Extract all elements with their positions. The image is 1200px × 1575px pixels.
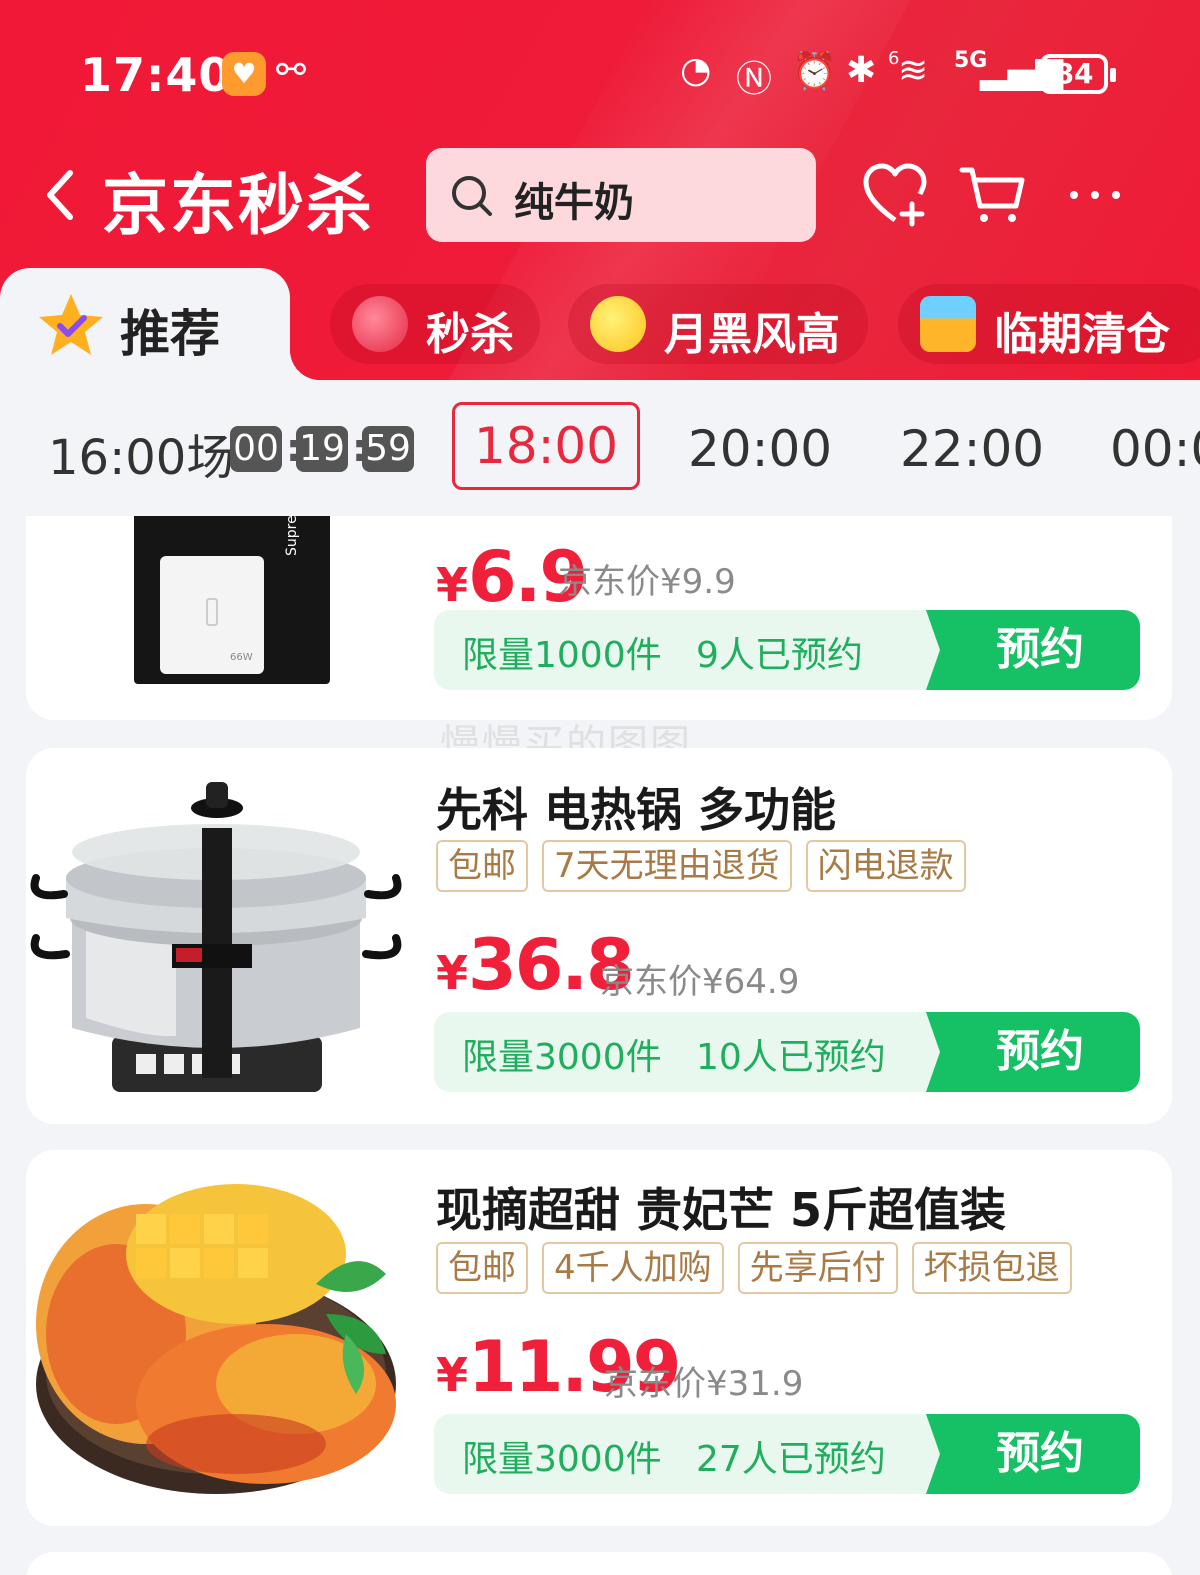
reserve-button-label: 预约 bbox=[996, 624, 1084, 675]
basket-icon bbox=[920, 296, 976, 352]
chevron-left-icon bbox=[47, 170, 73, 220]
reserve-button-label: 预约 bbox=[996, 1428, 1084, 1479]
tag: 4千人加购 bbox=[542, 1242, 724, 1294]
product-card[interactable]: 先科 电热锅 多功能 包邮 7天无理由退货 闪电退款 ¥36.8 京东价¥64.… bbox=[26, 748, 1172, 1124]
time-slot[interactable]: 20:00 bbox=[688, 420, 832, 478]
current-session-label[interactable]: 16:00场 bbox=[48, 418, 234, 488]
product-card[interactable] bbox=[26, 1552, 1172, 1575]
time-slot[interactable]: 00:0 bbox=[1110, 420, 1200, 478]
status-time: 17:40 bbox=[80, 48, 232, 102]
header: 17:40 ♥ ⚯ ◔ Ⓝ ⏰ ✱ 6 ≋ 5G ▂▄▆ 84 京东秒杀 纯牛奶 bbox=[0, 0, 1200, 380]
reserved-count: 9人已预约 bbox=[695, 635, 863, 676]
reserve-button-label: 预约 bbox=[996, 1026, 1084, 1077]
jd-price: 京东价¥64.9 bbox=[600, 962, 800, 1002]
tab-clearance-label: 临期清仓 bbox=[994, 309, 1170, 360]
time-slot-active[interactable]: 18:00 bbox=[452, 402, 640, 490]
reserve-bar: 限量3000件 10人已预约 预约 bbox=[434, 1012, 1140, 1092]
product-tags: 包邮 7天无理由退货 闪电退款 bbox=[436, 840, 966, 892]
alarm-clock-icon bbox=[352, 296, 408, 352]
tab-recommend[interactable]: 推荐 bbox=[0, 268, 320, 380]
reserve-info: 限量3000件 27人已预约 bbox=[462, 1430, 886, 1482]
tag: 闪电退款 bbox=[805, 840, 966, 892]
countdown-hours: 00 bbox=[230, 426, 282, 472]
product-name: 现摘超甜 贵妃芒 5斤超值装 bbox=[436, 1183, 1007, 1237]
product-image-charger: 66W Supre Ch bbox=[134, 516, 330, 684]
product-card[interactable]: 现摘超甜 贵妃芒 5斤超值装 包邮 4千人加购 先享后付 坏损包退 ¥11.99… bbox=[26, 1150, 1172, 1526]
link-icon: ⚯ bbox=[276, 50, 307, 91]
price-currency: ¥ bbox=[436, 558, 469, 612]
speedometer-icon: ◔ bbox=[680, 50, 712, 91]
limit-text: 限量3000件 bbox=[462, 1439, 662, 1480]
tab-night[interactable]: 月黑风高 bbox=[568, 284, 868, 364]
tab-clearance[interactable]: 临期清仓 bbox=[898, 284, 1200, 364]
charger-box-text: Supre Ch bbox=[284, 516, 300, 556]
tag: 7天无理由退货 bbox=[542, 840, 792, 892]
reserve-info: 限量3000件 10人已预约 bbox=[462, 1028, 886, 1080]
product-name: 先科 电热锅 多功能 bbox=[436, 783, 837, 837]
reserved-count: 27人已预约 bbox=[695, 1439, 886, 1480]
heart-app-icon: ♥ bbox=[222, 52, 266, 96]
nfc-icon: Ⓝ bbox=[736, 59, 773, 100]
reserve-button[interactable]: 预约 bbox=[926, 1012, 1140, 1092]
favorite-add-button[interactable] bbox=[860, 160, 930, 230]
reserve-info: 限量1000件 9人已预约 bbox=[462, 626, 863, 678]
reserved-count: 10人已预约 bbox=[695, 1037, 886, 1078]
price-currency: ¥ bbox=[436, 1348, 469, 1402]
countdown-seconds: 59 bbox=[362, 426, 414, 472]
countdown-minutes: 19 bbox=[296, 426, 348, 472]
title-text-b: 杀 bbox=[306, 167, 374, 244]
reserve-button[interactable]: 预约 bbox=[926, 610, 1140, 690]
tab-night-label: 月黑风高 bbox=[664, 309, 840, 360]
more-button[interactable] bbox=[1060, 160, 1130, 230]
star-check-icon bbox=[39, 294, 103, 355]
charger-cube: 66W bbox=[160, 556, 264, 674]
product-image-electric-pot bbox=[30, 782, 402, 1092]
alarm-icon: ⏰ bbox=[792, 51, 837, 92]
wifi-icon: ≋ bbox=[898, 50, 929, 91]
time-slot[interactable]: 22:00 bbox=[900, 420, 1044, 478]
product-tags: 包邮 4千人加购 先享后付 坏损包退 bbox=[436, 1242, 1072, 1294]
tag: 包邮 bbox=[436, 1242, 528, 1294]
tab-flash-sale[interactable]: 秒杀 bbox=[330, 284, 540, 364]
time-slot-active-label: 18:00 bbox=[473, 417, 619, 475]
status-bar: 17:40 ♥ ⚯ ◔ Ⓝ ⏰ ✱ 6 ≋ 5G ▂▄▆ 84 bbox=[0, 40, 1200, 110]
reserve-button[interactable]: 预约 bbox=[926, 1414, 1140, 1494]
reserve-bar: 限量1000件 9人已预约 预约 bbox=[434, 610, 1140, 690]
time-slot-row: 16:00场 00 : 19 : 59 18:00 20:00 22:00 00… bbox=[0, 390, 1200, 508]
tag: 包邮 bbox=[436, 840, 528, 892]
title-text-a: 京东秒 bbox=[102, 167, 306, 244]
tab-recommend-label: 推荐 bbox=[120, 305, 220, 363]
limit-text: 限量1000件 bbox=[462, 635, 662, 676]
charger-watt-label: 66W bbox=[230, 652, 253, 663]
price-currency: ¥ bbox=[436, 946, 469, 1000]
search-placeholder: 纯牛奶 bbox=[514, 180, 634, 226]
limit-text: 限量3000件 bbox=[462, 1037, 662, 1078]
tag: 坏损包退 bbox=[911, 1242, 1072, 1294]
cart-button[interactable] bbox=[958, 160, 1028, 230]
jd-price: 京东价¥9.9 bbox=[558, 562, 736, 602]
search-icon bbox=[452, 176, 492, 216]
battery-indicator: 84 bbox=[1040, 54, 1116, 94]
jd-price: 京东价¥31.9 bbox=[604, 1364, 804, 1404]
back-button[interactable] bbox=[40, 165, 80, 225]
bluetooth-icon: ✱ bbox=[846, 50, 877, 91]
moon-icon bbox=[590, 296, 646, 352]
page-title: 京东秒杀 bbox=[102, 152, 374, 248]
usb-port bbox=[206, 598, 218, 626]
product-image-mango bbox=[36, 1184, 396, 1494]
tab-flash-sale-label: 秒杀 bbox=[426, 309, 514, 360]
tag: 先享后付 bbox=[737, 1242, 898, 1294]
search-box[interactable]: 纯牛奶 bbox=[426, 148, 816, 242]
reserve-bar: 限量3000件 27人已预约 预约 bbox=[434, 1414, 1140, 1494]
product-card[interactable]: 66W Supre Ch ¥6.9 京东价¥9.9 限量1000件 9人已预约 … bbox=[26, 516, 1172, 720]
